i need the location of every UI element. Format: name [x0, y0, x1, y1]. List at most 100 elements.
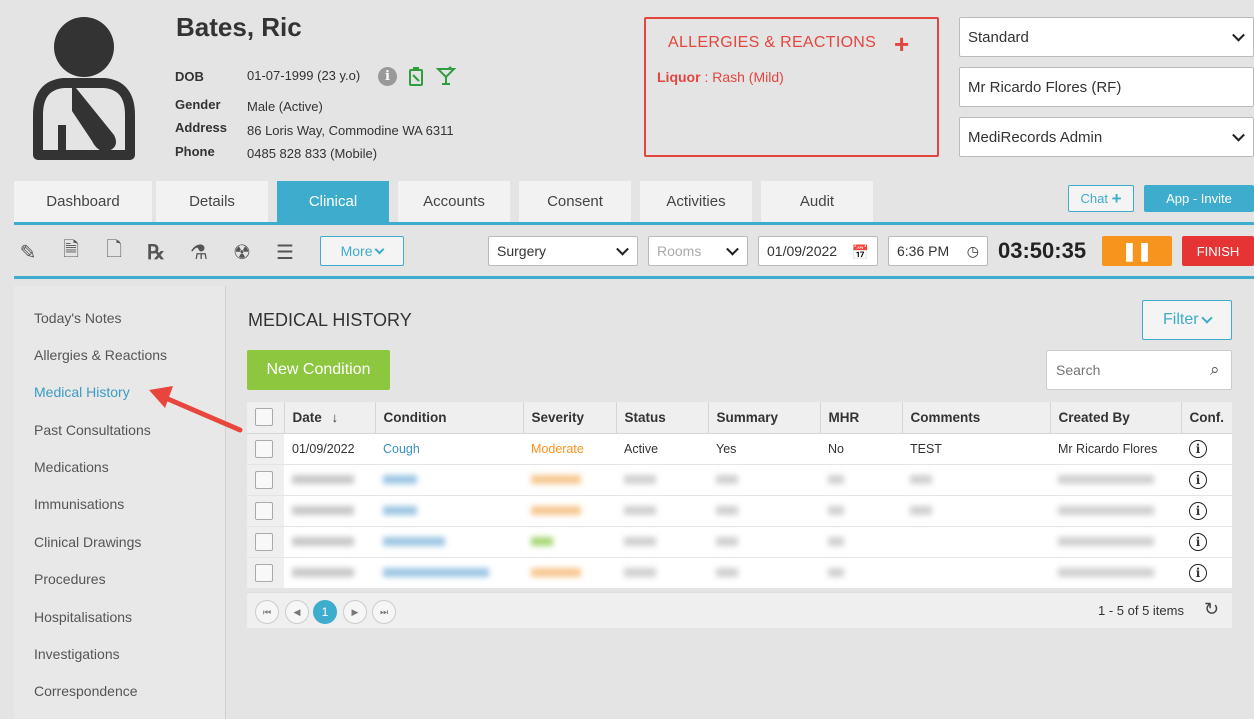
notes-icon[interactable]: ✎	[16, 240, 40, 264]
table-row[interactable]: i	[247, 495, 1232, 527]
smoking-icon[interactable]	[408, 66, 424, 86]
page-number-button[interactable]: 1	[313, 600, 337, 624]
sidebar-item-past-consultations[interactable]: Past Consultations	[34, 422, 151, 438]
role-select[interactable]: MediRecords Admin	[959, 117, 1254, 157]
row-checkbox[interactable]	[255, 439, 273, 458]
sidebar-item-correspondence[interactable]: Correspondence	[34, 683, 138, 699]
sidebar-item-immunisations[interactable]: Immunisations	[34, 496, 124, 512]
col-mhr[interactable]: MHR	[820, 402, 903, 434]
practitioner-field[interactable]: Mr Ricardo Flores (RF)	[959, 67, 1254, 107]
rooms-select[interactable]: Rooms	[648, 236, 748, 266]
redacted-cell	[523, 526, 616, 558]
redacted-cell	[375, 557, 523, 589]
allergy-item[interactable]: Liquor : Rash (Mild)	[657, 69, 784, 85]
document-icon[interactable]: 🗎	[59, 239, 83, 264]
billing-select[interactable]: Standard	[959, 17, 1254, 57]
redacted-cell	[820, 526, 902, 558]
tab-accounts[interactable]: Accounts	[398, 181, 510, 222]
date-field[interactable]: 01/09/2022 📅	[758, 236, 878, 266]
report-icon[interactable]: 🗋	[102, 239, 126, 264]
patient-name: Bates, Ric	[176, 12, 302, 42]
redacted-cell	[708, 526, 820, 558]
info-circle-icon[interactable]: i	[1189, 532, 1207, 551]
sidebar-item-hospitalisations[interactable]: Hospitalisations	[34, 609, 132, 625]
alcohol-icon[interactable]	[436, 66, 456, 86]
table-row[interactable]: 01/09/2022 Cough Moderate Active Yes No …	[247, 433, 1232, 465]
table-row[interactable]: i	[247, 464, 1232, 496]
finish-button[interactable]: FINISH	[1182, 236, 1254, 266]
row-checkbox[interactable]	[255, 532, 273, 551]
col-severity[interactable]: Severity	[523, 402, 617, 434]
chevron-down-icon	[1232, 128, 1245, 142]
row-checkbox[interactable]	[255, 501, 273, 520]
sidebar-item-procedures[interactable]: Procedures	[34, 571, 106, 587]
sidebar-item-allergies[interactable]: Allergies & Reactions	[34, 347, 167, 363]
prev-page-icon[interactable]: ◀	[285, 600, 309, 624]
info-circle-icon[interactable]: i	[1189, 501, 1207, 520]
calendar-icon[interactable]: 📅	[852, 244, 869, 261]
row-checkbox-cell	[247, 495, 284, 527]
pause-button[interactable]: ❚❚	[1102, 236, 1172, 266]
table-row[interactable]: i	[247, 557, 1232, 589]
table-header-row: Date ↓ Condition Severity Status Summary…	[247, 402, 1232, 434]
pathology-icon[interactable]: ⚗	[187, 240, 211, 264]
location-select[interactable]: Surgery	[488, 236, 638, 266]
sidebar-item-investigations[interactable]: Investigations	[34, 646, 120, 662]
col-status[interactable]: Status	[616, 402, 709, 434]
app-invite-button[interactable]: App - Invite	[1144, 185, 1254, 212]
cell-status: Active	[616, 433, 708, 465]
cell-comments: TEST	[902, 433, 1050, 465]
sidebar-item-medications[interactable]: Medications	[34, 459, 109, 475]
chat-button[interactable]: Chat +	[1068, 185, 1134, 212]
allergies-title: ALLERGIES & REACTIONS	[668, 34, 877, 51]
cell-conf: i	[1181, 433, 1232, 465]
more-button[interactable]: More	[320, 236, 404, 266]
layers-icon[interactable]: ☰	[273, 240, 297, 264]
row-checkbox[interactable]	[255, 563, 273, 582]
cell-conf: i	[1181, 464, 1232, 496]
row-checkbox[interactable]	[255, 470, 273, 489]
sidebar-item-medical-history[interactable]: Medical History	[34, 384, 130, 400]
tab-dashboard[interactable]: Dashboard	[14, 181, 152, 222]
last-page-icon[interactable]: ⏭	[372, 600, 396, 624]
col-comments[interactable]: Comments	[902, 402, 1051, 434]
col-condition[interactable]: Condition	[375, 402, 524, 434]
cell-conf: i	[1181, 557, 1232, 589]
chevron-down-icon	[1232, 28, 1245, 42]
clock-icon[interactable]: ◷	[967, 243, 979, 260]
col-created-by[interactable]: Created By	[1050, 402, 1182, 434]
col-conf[interactable]: Conf.	[1181, 402, 1232, 434]
col-summary[interactable]: Summary	[708, 402, 821, 434]
tab-clinical[interactable]: Clinical	[277, 181, 389, 222]
prescription-icon[interactable]: ℞	[144, 240, 168, 264]
refresh-icon[interactable]: ↻	[1204, 599, 1219, 620]
filter-button[interactable]: Filter	[1142, 300, 1232, 340]
tab-details[interactable]: Details	[156, 181, 268, 222]
time-field[interactable]: 6:36 PM ◷	[888, 236, 988, 266]
cell-created-by: Mr Ricardo Flores	[1050, 433, 1181, 465]
search-icon[interactable]: ⌕	[1210, 360, 1220, 380]
radiology-icon[interactable]: ☢	[230, 240, 254, 264]
new-condition-button[interactable]: New Condition	[247, 350, 390, 390]
phone-value: 0485 828 833 (Mobile)	[247, 146, 378, 161]
info-circle-icon[interactable]: i	[1189, 470, 1207, 489]
sidebar-item-todays-notes[interactable]: Today's Notes	[34, 310, 122, 326]
col-date[interactable]: Date ↓	[284, 402, 376, 434]
row-checkbox-cell	[247, 526, 284, 558]
first-page-icon[interactable]: ⏮	[255, 600, 279, 624]
info-circle-icon[interactable]: i	[1189, 439, 1207, 458]
search-input[interactable]	[1046, 350, 1232, 390]
info-icon[interactable]: i	[378, 67, 397, 86]
add-allergy-plus-icon[interactable]: +	[894, 29, 909, 60]
tab-consent[interactable]: Consent	[519, 181, 631, 222]
cell-condition[interactable]: Cough	[375, 433, 523, 465]
table-row[interactable]: i	[247, 526, 1232, 558]
select-all-checkbox[interactable]	[255, 408, 273, 427]
tab-audit[interactable]: Audit	[761, 181, 873, 222]
next-page-icon[interactable]: ▶	[343, 600, 367, 624]
tab-activities[interactable]: Activities	[640, 181, 752, 222]
redacted-cell	[1050, 464, 1181, 496]
info-circle-icon[interactable]: i	[1189, 563, 1207, 582]
sidebar-item-clinical-drawings[interactable]: Clinical Drawings	[34, 534, 141, 550]
redacted-cell	[616, 557, 708, 589]
